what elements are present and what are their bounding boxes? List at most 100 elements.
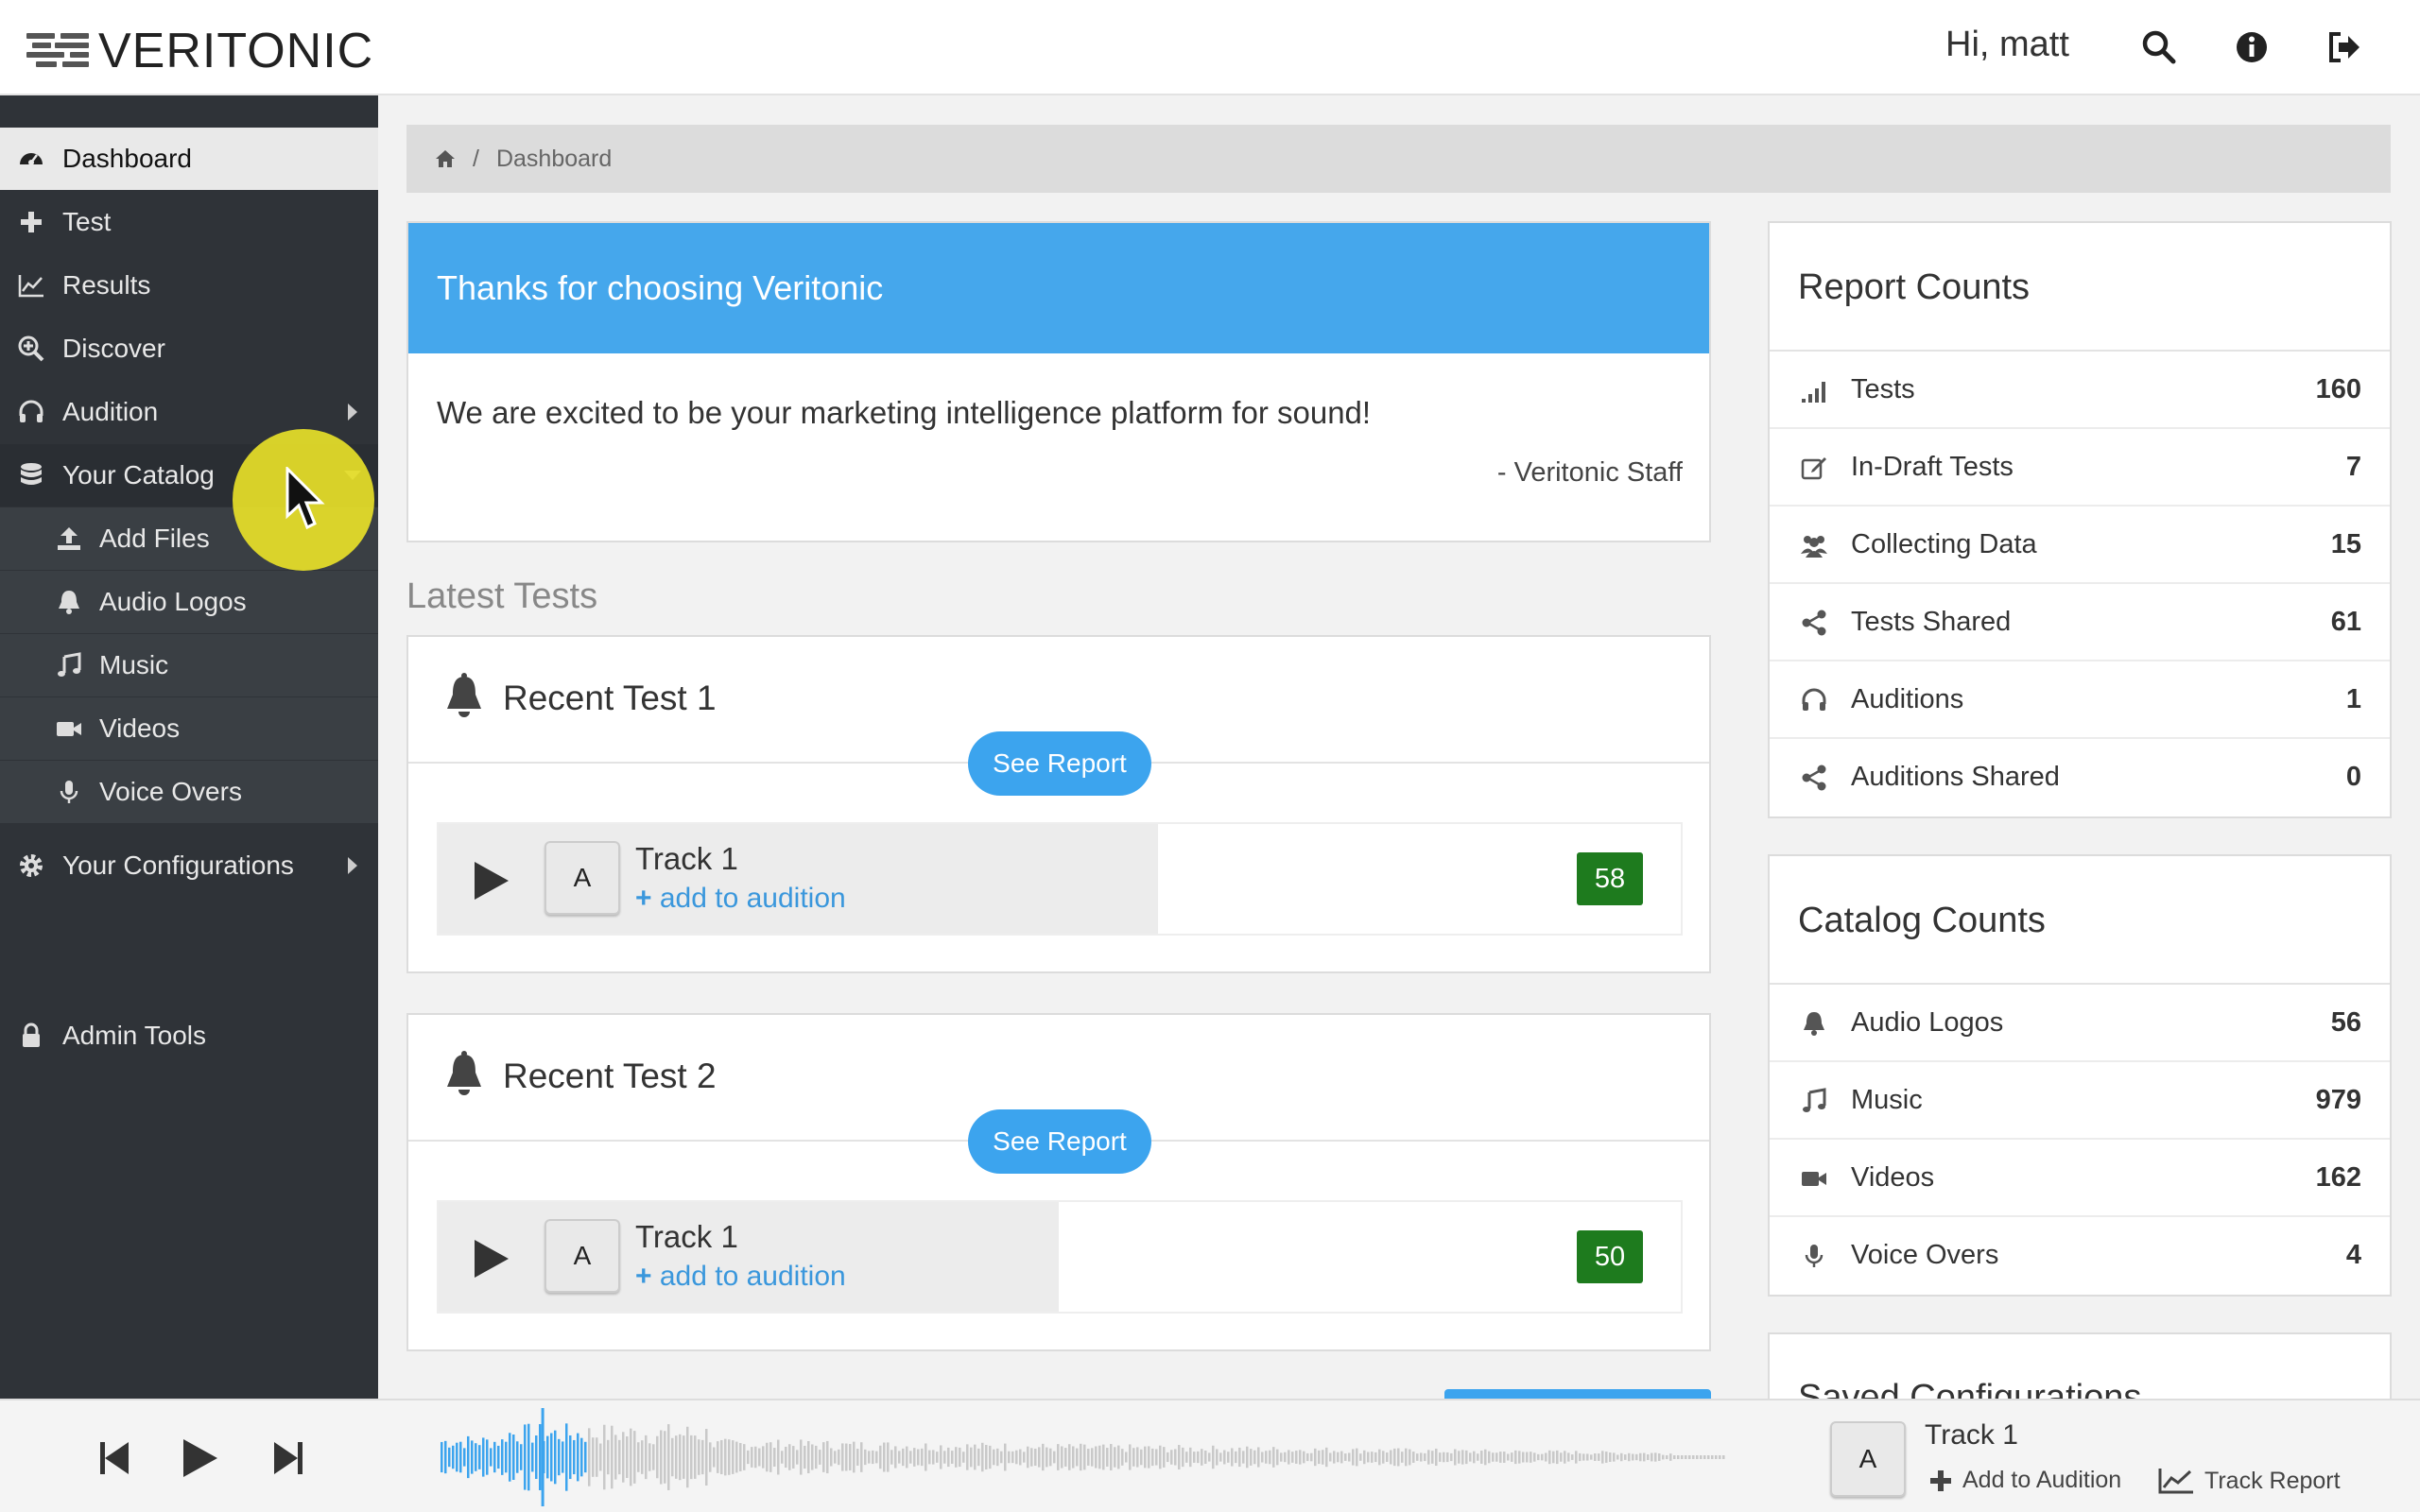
waveform-bar bbox=[1201, 1449, 1203, 1466]
count-row-auditions[interactable]: Auditions 1 bbox=[1770, 662, 2390, 739]
waveform-bar bbox=[456, 1442, 458, 1472]
sidebar-item-dashboard[interactable]: Dashboard bbox=[0, 128, 378, 190]
veritonic-logo[interactable]: VERITONIC bbox=[26, 25, 373, 77]
waveform-bar bbox=[1518, 1451, 1521, 1464]
play-icon[interactable] bbox=[176, 1435, 223, 1482]
sidebar-item-videos[interactable]: Videos bbox=[0, 697, 378, 760]
waveform-bar bbox=[592, 1437, 595, 1477]
skip-back-icon[interactable] bbox=[91, 1435, 138, 1482]
waveform-bar bbox=[448, 1447, 451, 1468]
home-icon[interactable] bbox=[435, 148, 456, 169]
waveform-bar bbox=[1333, 1451, 1336, 1464]
waveform-bar bbox=[921, 1448, 924, 1467]
count-row-tests-shared[interactable]: Tests Shared 61 bbox=[1770, 584, 2390, 662]
waveform-bar bbox=[864, 1449, 867, 1466]
waveform-bar bbox=[747, 1450, 750, 1465]
sidebar-item-results[interactable]: Results bbox=[0, 254, 378, 317]
sidebar-item-admin-tools[interactable]: Admin Tools bbox=[0, 1005, 378, 1067]
sign-out-icon[interactable] bbox=[2325, 28, 2363, 66]
waveform-bar bbox=[735, 1441, 738, 1473]
count-row-music[interactable]: Music 979 bbox=[1770, 1062, 2390, 1140]
waveform-bar bbox=[1416, 1453, 1419, 1461]
playhead bbox=[541, 1408, 544, 1506]
play-icon[interactable] bbox=[475, 862, 509, 900]
waveform-bar bbox=[1114, 1447, 1116, 1468]
waveform-bar bbox=[1390, 1450, 1392, 1465]
logo-mark-icon bbox=[26, 29, 93, 73]
waveform-bar bbox=[879, 1445, 882, 1469]
waveform-bar bbox=[1322, 1450, 1324, 1465]
track-name[interactable]: Track 1 bbox=[635, 841, 738, 877]
waveform-bar bbox=[841, 1443, 844, 1471]
sidebar-item-voice-overs[interactable]: Voice Overs bbox=[0, 761, 378, 823]
waveform-bar bbox=[1091, 1448, 1094, 1467]
waveform-bar bbox=[1318, 1450, 1321, 1465]
add-to-audition-link[interactable]: + add to audition bbox=[635, 883, 846, 915]
count-row-in-draft-tests[interactable]: In-Draft Tests 7 bbox=[1770, 429, 2390, 507]
sidebar-item-test[interactable]: Test bbox=[0, 191, 378, 253]
waveform-bar bbox=[902, 1448, 905, 1467]
track-report-button[interactable]: Track Report bbox=[2157, 1467, 2341, 1495]
waveform-bar bbox=[860, 1442, 863, 1472]
waveform-bar bbox=[1530, 1452, 1532, 1463]
waveform-bar bbox=[894, 1446, 897, 1469]
skip-forward-icon[interactable] bbox=[265, 1435, 312, 1482]
track-name[interactable]: Track 1 bbox=[635, 1219, 738, 1255]
count-row-tests[interactable]: Tests 160 bbox=[1770, 352, 2390, 429]
info-icon[interactable] bbox=[2233, 28, 2271, 66]
waveform-bar bbox=[614, 1435, 617, 1480]
waveform-bar bbox=[762, 1446, 765, 1469]
waveform-bar bbox=[596, 1437, 598, 1477]
waveform-bar bbox=[1310, 1452, 1313, 1462]
partially-visible-button[interactable] bbox=[1444, 1389, 1711, 1399]
count-row-videos[interactable]: Videos 162 bbox=[1770, 1140, 2390, 1217]
sidebar-item-your-configurations[interactable]: Your Configurations bbox=[0, 834, 378, 897]
waveform-bar bbox=[966, 1444, 969, 1470]
sidebar-item-music[interactable]: Music bbox=[0, 634, 378, 696]
waveform-bar bbox=[1227, 1452, 1230, 1463]
waveform-bar bbox=[1072, 1446, 1075, 1469]
edit-icon bbox=[1801, 457, 1826, 480]
waveform-bar bbox=[909, 1451, 912, 1464]
waveform-bar bbox=[1609, 1452, 1612, 1462]
waveform-bar bbox=[675, 1435, 678, 1479]
waveform-bar bbox=[1571, 1454, 1574, 1460]
waveform-bar bbox=[565, 1423, 568, 1491]
now-playing-badge: A bbox=[1830, 1421, 1906, 1497]
waveform-bar bbox=[527, 1423, 530, 1491]
add-to-audition-link[interactable]: + add to audition bbox=[635, 1261, 846, 1293]
sidebar-item-discover[interactable]: Discover bbox=[0, 318, 378, 380]
share-icon bbox=[1802, 765, 1826, 791]
waveform-bar bbox=[1477, 1453, 1479, 1461]
now-playing-title: Track 1 bbox=[1925, 1419, 2018, 1451]
share-icon bbox=[1802, 610, 1826, 636]
waveform-bar bbox=[1541, 1453, 1544, 1461]
waveform-bar bbox=[1715, 1455, 1718, 1459]
count-row-collecting-data[interactable]: Collecting Data 15 bbox=[1770, 507, 2390, 584]
waveform-bar bbox=[1469, 1452, 1472, 1462]
waveform-bar bbox=[732, 1440, 735, 1474]
play-icon[interactable] bbox=[475, 1240, 509, 1278]
count-row-auditions-shared[interactable]: Auditions Shared 0 bbox=[1770, 739, 2390, 816]
waveform-bar bbox=[993, 1449, 995, 1466]
user-greeting[interactable]: Hi, matt bbox=[1945, 25, 2069, 65]
waveform-bar bbox=[1424, 1452, 1426, 1462]
see-report-button[interactable]: See Report bbox=[968, 1109, 1151, 1174]
waveform-bar bbox=[1265, 1451, 1268, 1464]
waveform-bar bbox=[1545, 1452, 1547, 1462]
add-to-audition-button[interactable]: Add to Audition bbox=[1928, 1467, 2121, 1494]
waveform[interactable] bbox=[441, 1408, 1726, 1506]
see-report-button[interactable]: See Report bbox=[968, 731, 1151, 796]
catalog-counts-panel: Catalog Counts Audio Logos 56 Music 979 … bbox=[1768, 854, 2392, 1297]
waveform-bar bbox=[1382, 1451, 1385, 1464]
count-row-voice-overs[interactable]: Voice Overs 4 bbox=[1770, 1217, 2390, 1295]
waveform-bar bbox=[1337, 1452, 1340, 1463]
waveform-bar bbox=[1083, 1444, 1086, 1470]
waveform-bar bbox=[1522, 1452, 1525, 1463]
sidebar-item-audio-logos[interactable]: Audio Logos bbox=[0, 571, 378, 633]
waveform-bar bbox=[1011, 1451, 1014, 1464]
plus-icon bbox=[1930, 1469, 1951, 1491]
search-icon[interactable] bbox=[2140, 28, 2178, 66]
waveform-bar bbox=[1257, 1447, 1260, 1468]
count-row-audio-logos[interactable]: Audio Logos 56 bbox=[1770, 985, 2390, 1062]
